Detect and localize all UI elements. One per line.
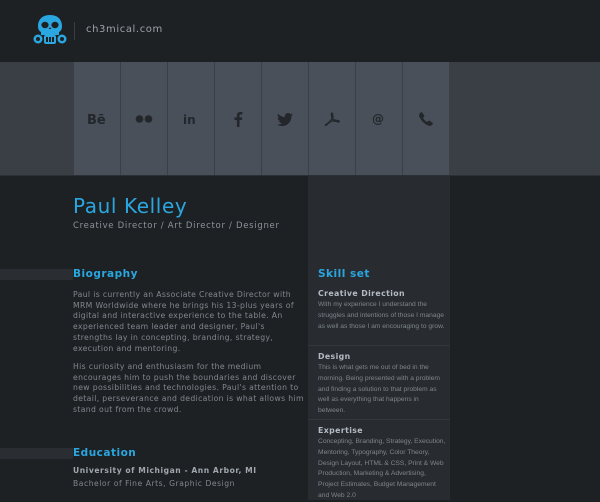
facebook-icon	[234, 112, 243, 127]
pdf-link[interactable]	[309, 62, 356, 176]
phone-icon	[419, 112, 433, 126]
email-link[interactable]: @	[356, 62, 403, 176]
svg-text:Bē: Bē	[87, 113, 106, 126]
profile-roles: Creative Director / Art Director / Desig…	[73, 221, 280, 231]
flickr-link[interactable]	[121, 62, 168, 176]
skill-creative-direction-heading: Creative Direction	[318, 289, 406, 298]
behance-link[interactable]: Bē	[73, 62, 121, 176]
skill-divider	[308, 419, 450, 420]
behance-icon: Bē	[87, 113, 106, 126]
skill-divider	[308, 345, 450, 346]
pdf-icon	[324, 112, 340, 126]
education-school: University of Michigan - Ann Arbor, MI	[73, 466, 257, 475]
skill-expertise-heading: Expertise	[318, 426, 363, 435]
skill-creative-direction-text: With my experience I understand the stru…	[318, 301, 445, 330]
skill-design-heading: Design	[318, 352, 351, 361]
biography-paragraph-1: Paul is currently an Associate Creative …	[73, 290, 294, 353]
at-icon: @	[372, 112, 384, 126]
flickr-icon	[135, 115, 153, 123]
education-marker	[0, 448, 73, 459]
band-left-panel	[0, 62, 73, 176]
empty-column	[450, 176, 600, 500]
top-bar: ch3mical.com	[0, 0, 600, 62]
twitter-link[interactable]	[262, 62, 309, 176]
twitter-icon	[277, 112, 293, 126]
skill-expertise-text: Concepting, Branding, Strategy, Executio…	[318, 438, 446, 499]
education-degree: Bachelor of Fine Arts, Graphic Design	[73, 479, 236, 488]
linkedin-icon: in	[183, 113, 196, 126]
band-right-panel	[450, 62, 600, 176]
skills-title: Skill set	[318, 268, 370, 280]
profile-name: Paul Kelley	[73, 194, 188, 218]
svg-text:in: in	[183, 113, 196, 126]
linkedin-link[interactable]: in	[168, 62, 215, 176]
facebook-link[interactable]	[215, 62, 262, 176]
biography-paragraph-2: His curiosity and enthusiasm for the med…	[73, 362, 304, 414]
header-divider	[74, 22, 75, 40]
biography-title: Biography	[73, 268, 138, 280]
biography-marker	[0, 269, 73, 280]
svg-text:@: @	[372, 112, 384, 126]
site-name-link[interactable]: ch3mical.com	[86, 24, 163, 35]
skill-design-text: This is what gets me out of bed in the m…	[318, 364, 440, 415]
education-title: Education	[73, 447, 137, 459]
phone-link[interactable]	[403, 62, 450, 176]
social-links-bar: Bē in @	[73, 62, 450, 176]
gas-mask-icon[interactable]	[33, 14, 67, 46]
